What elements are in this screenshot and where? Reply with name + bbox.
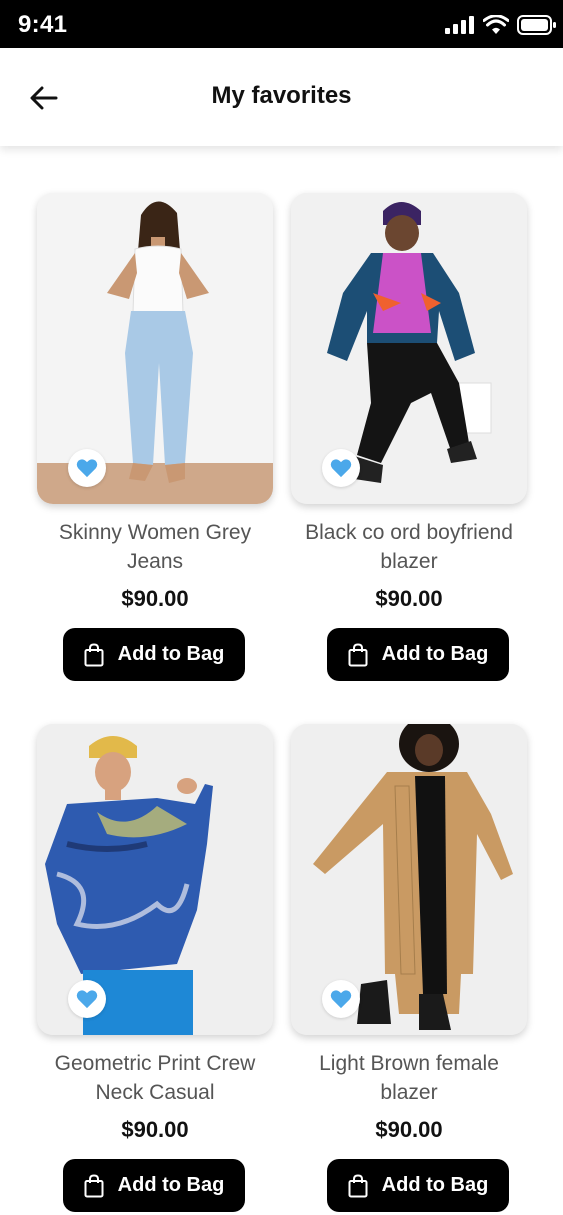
wifi-icon <box>483 15 509 34</box>
add-to-bag-label: Add to Bag <box>117 643 225 665</box>
favorite-button[interactable] <box>68 449 106 487</box>
heart-icon <box>76 459 98 478</box>
header: My favorites <box>0 48 563 146</box>
favorite-button[interactable] <box>322 449 360 487</box>
add-to-bag-label: Add to Bag <box>381 643 489 665</box>
product-image[interactable] <box>37 193 273 504</box>
shopping-bag-icon <box>84 1173 104 1197</box>
status-icons <box>445 14 557 36</box>
product-card[interactable]: Black co ord boyfriend blazer $90.00 Add… <box>291 193 527 681</box>
status-time: 9:41 <box>18 11 68 38</box>
product-image[interactable] <box>291 193 527 504</box>
status-bar: 9:41 <box>0 0 563 48</box>
product-price: $90.00 <box>121 1117 189 1142</box>
product-name: Black co ord boyfriend blazer <box>305 521 513 573</box>
shopping-bag-icon <box>348 642 368 666</box>
add-to-bag-label: Add to Bag <box>381 1174 489 1196</box>
product-image[interactable] <box>37 724 273 1035</box>
heart-icon <box>330 990 352 1009</box>
add-to-bag-button[interactable]: Add to Bag <box>327 1159 509 1212</box>
page-title: My favorites <box>211 82 352 109</box>
add-to-bag-button[interactable]: Add to Bag <box>327 628 509 681</box>
product-price: $90.00 <box>375 586 443 611</box>
product-card[interactable]: Geometric Print Crew Neck Casual $90.00 … <box>37 724 273 1212</box>
favorite-button[interactable] <box>322 980 360 1018</box>
shopping-bag-icon <box>348 1173 368 1197</box>
product-price: $90.00 <box>121 586 189 611</box>
product-name: Light Brown female blazer <box>319 1052 499 1104</box>
product-card[interactable]: Skinny Women Grey Jeans $90.00 Add to Ba… <box>37 193 273 681</box>
product-name: Geometric Print Crew Neck Casual <box>54 1052 256 1104</box>
heart-icon <box>330 459 352 478</box>
product-card[interactable]: Light Brown female blazer $90.00 Add to … <box>291 724 527 1212</box>
add-to-bag-button[interactable]: Add to Bag <box>63 628 245 681</box>
battery-icon <box>517 15 556 35</box>
heart-icon <box>76 990 98 1009</box>
product-price: $90.00 <box>375 1117 443 1142</box>
signal-icon <box>445 16 474 34</box>
product-image[interactable] <box>291 724 527 1035</box>
product-name: Skinny Women Grey Jeans <box>58 521 252 573</box>
add-to-bag-button[interactable]: Add to Bag <box>63 1159 245 1212</box>
favorite-button[interactable] <box>68 980 106 1018</box>
shopping-bag-icon <box>84 642 104 666</box>
add-to-bag-label: Add to Bag <box>117 1174 225 1196</box>
